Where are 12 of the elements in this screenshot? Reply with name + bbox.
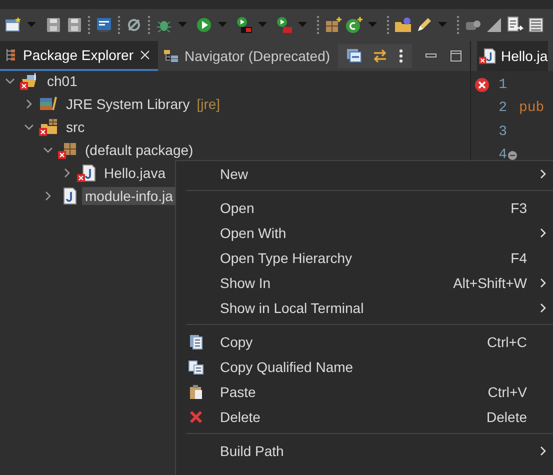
line-number: 4 xyxy=(498,147,507,164)
tree-label: src xyxy=(65,118,86,136)
tree-label: ch01 xyxy=(46,72,78,90)
code-text: pub xyxy=(519,100,544,116)
tree-label: JRE System Library xyxy=(65,94,191,112)
tree-label: (default package) xyxy=(84,140,194,158)
tree-decoration: [jre] xyxy=(196,96,220,112)
tree-label: module-info.ja xyxy=(82,186,176,204)
line-number: 3 xyxy=(498,124,507,140)
line-number: 2 xyxy=(498,100,507,116)
line-number: 1 xyxy=(498,76,507,93)
tree-label: Hello.java xyxy=(103,164,166,182)
